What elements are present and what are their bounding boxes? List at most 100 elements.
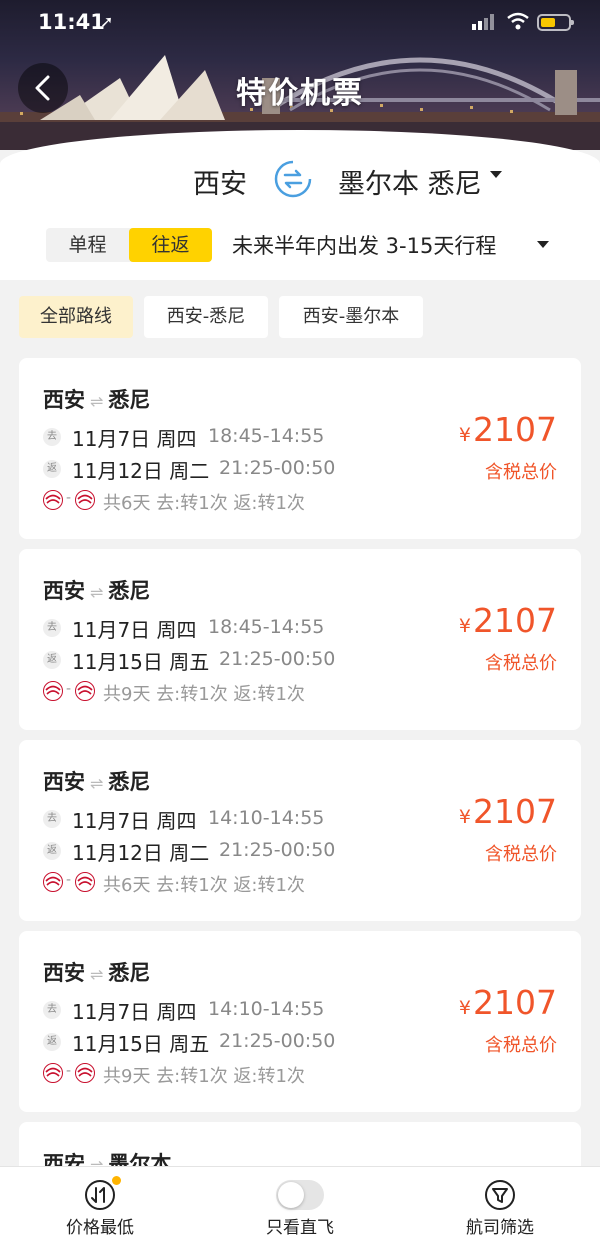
outbound-date: 11月7日 周四 <box>72 427 197 451</box>
logo-separator: - <box>66 490 72 506</box>
card-to: 悉尼 <box>108 579 151 603</box>
return-leg: 返 11月15日 周五 21:25-00:50 <box>43 646 463 674</box>
outbound-date: 11月7日 周四 <box>72 618 197 642</box>
price-value: 2107 <box>473 792 557 831</box>
trip-summary: - 共9天 去:转1次 返:转1次 <box>43 1061 463 1087</box>
filter-icon <box>485 1180 515 1210</box>
wifi-icon <box>507 12 529 30</box>
notification-dot <box>112 1176 121 1185</box>
return-date: 11月12日 周二 <box>72 841 210 865</box>
header-banner: 11:41 ➚ 特价机票 <box>0 0 600 150</box>
card-from: 西安 <box>43 961 85 985</box>
return-date: 11月15日 周五 <box>72 1032 210 1056</box>
swap-cities-icon[interactable] <box>272 158 314 200</box>
card-route: 西安 ⇌ 悉尼 <box>43 384 150 414</box>
currency-symbol: ¥ <box>458 806 472 828</box>
airline-logo-icon <box>43 872 63 892</box>
arrival-city[interactable]: 墨尔本 悉尼 <box>338 162 482 201</box>
status-bar: 11:41 ➚ <box>0 0 600 44</box>
price: ¥2107 <box>459 601 557 640</box>
card-to: 悉尼 <box>108 770 151 794</box>
return-tag: 返 <box>43 1033 61 1051</box>
return-time: 21:25-00:50 <box>219 648 336 670</box>
card-route: 西安 ⇌ 悉尼 <box>43 957 150 987</box>
outbound-time: 14:10-14:55 <box>208 807 325 829</box>
cellular-signal-icon <box>472 14 494 30</box>
route-chip-all[interactable]: 全部路线 <box>19 296 133 338</box>
bottom-toolbar: 价格最低 只看直飞 航司筛选 <box>0 1166 600 1251</box>
outbound-tag: 去 <box>43 1001 61 1019</box>
outbound-leg: 去 11月7日 周四 14:10-14:55 <box>43 805 463 833</box>
location-arrow-icon: ➚ <box>100 12 114 31</box>
return-date: 11月12日 周二 <box>72 459 210 483</box>
outbound-leg: 去 11月7日 周四 18:45-14:55 <box>43 614 463 642</box>
departure-city[interactable]: 西安 <box>193 162 247 201</box>
card-route: 西安 ⇌ 悉尼 <box>43 575 150 605</box>
airline-logo-icon <box>43 490 63 510</box>
outbound-date: 11月7日 周四 <box>72 809 197 833</box>
trip-summary: - 共6天 去:转1次 返:转1次 <box>43 488 463 514</box>
round-trip-arrows-icon: ⇌ <box>90 965 104 984</box>
trip-type-toggle: 单程 往返 <box>46 228 212 262</box>
round-trip-arrows-icon: ⇌ <box>90 392 104 411</box>
round-trip-arrows-icon: ⇌ <box>90 774 104 793</box>
card-to: 悉尼 <box>108 388 151 412</box>
sort-price-icon <box>85 1180 115 1210</box>
outbound-leg: 去 11月7日 周四 14:10-14:55 <box>43 996 463 1024</box>
airline-logo-icon <box>75 681 95 701</box>
price-label: 含税总价 <box>485 1035 557 1056</box>
direct-only-toggle[interactable]: 只看直飞 <box>200 1167 400 1251</box>
flight-card[interactable]: 西安 ⇌ 悉尼 去 11月7日 周四 18:45-14:55 返 11月15日 周五… <box>19 549 581 730</box>
return-time: 21:25-00:50 <box>219 839 336 861</box>
card-route: 西安 ⇌ 悉尼 <box>43 766 150 796</box>
airline-logo-icon <box>75 1063 95 1083</box>
logo-separator: - <box>66 872 72 888</box>
round-trip-arrows-icon: ⇌ <box>90 583 104 602</box>
currency-symbol: ¥ <box>458 424 472 446</box>
route-chip-xian-melbourne[interactable]: 西安-墨尔本 <box>279 296 423 338</box>
trip-summary-text: 共6天 去:转1次 返:转1次 <box>103 875 305 896</box>
airline-logo-icon <box>75 490 95 510</box>
trip-type-round-trip[interactable]: 往返 <box>129 228 212 262</box>
trip-summary: - 共6天 去:转1次 返:转1次 <box>43 870 463 896</box>
price: ¥2107 <box>459 792 557 831</box>
return-leg: 返 11月15日 周五 21:25-00:50 <box>43 1028 463 1056</box>
return-leg: 返 11月12日 周二 21:25-00:50 <box>43 455 463 483</box>
price-value: 2107 <box>473 983 557 1022</box>
outbound-date: 11月7日 周四 <box>72 1000 197 1024</box>
airline-filter-button[interactable]: 航司筛选 <box>400 1167 600 1251</box>
sort-lowest-price-button[interactable]: 价格最低 <box>0 1167 200 1251</box>
caret-down-icon[interactable] <box>489 170 503 180</box>
price-value: 2107 <box>473 410 557 449</box>
outbound-leg: 去 11月7日 周四 18:45-14:55 <box>43 423 463 451</box>
flight-card[interactable]: 西安 ⇌ 悉尼 去 11月7日 周四 14:10-14:55 返 11月15日 周五… <box>19 931 581 1112</box>
route-selector: 西安 墨尔本 悉尼 <box>0 158 600 202</box>
logo-separator: - <box>66 681 72 697</box>
trip-type-one-way[interactable]: 单程 <box>46 228 129 262</box>
date-range-selector[interactable]: 未来半年内出发 3-15天行程 <box>232 230 496 260</box>
return-leg: 返 11月12日 周二 21:25-00:50 <box>43 837 463 865</box>
return-tag: 返 <box>43 460 61 478</box>
return-date: 11月15日 周五 <box>72 650 210 674</box>
status-time: 11:41 <box>38 10 105 34</box>
airline-logo-icon <box>43 681 63 701</box>
price-label: 含税总价 <box>485 462 557 483</box>
airline-filter-label: 航司筛选 <box>466 1218 534 1238</box>
price-label: 含税总价 <box>485 844 557 865</box>
route-chip-xian-sydney[interactable]: 西安-悉尼 <box>144 296 268 338</box>
direct-flight-switch[interactable] <box>276 1180 324 1210</box>
card-from: 西安 <box>43 579 85 603</box>
flight-card[interactable]: 西安 ⇌ 悉尼 去 11月7日 周四 14:10-14:55 返 11月12日 周二… <box>19 740 581 921</box>
price: ¥2107 <box>459 983 557 1022</box>
flight-card[interactable]: 西安 ⇌ 悉尼 去 11月7日 周四 18:45-14:55 返 11月12日 周二… <box>19 358 581 539</box>
trip-summary-text: 共6天 去:转1次 返:转1次 <box>103 493 305 514</box>
caret-down-icon[interactable] <box>536 240 550 250</box>
outbound-time: 14:10-14:55 <box>208 998 325 1020</box>
airline-logo-icon <box>43 1063 63 1083</box>
card-to: 悉尼 <box>108 961 151 985</box>
outbound-tag: 去 <box>43 619 61 637</box>
battery-icon <box>537 14 574 31</box>
card-from: 西安 <box>43 388 85 412</box>
outbound-time: 18:45-14:55 <box>208 425 325 447</box>
airline-logo-icon <box>75 872 95 892</box>
